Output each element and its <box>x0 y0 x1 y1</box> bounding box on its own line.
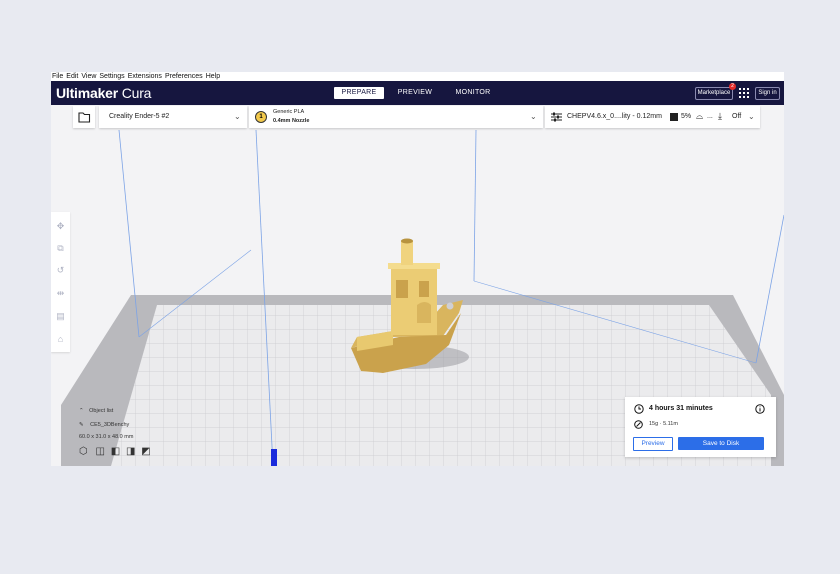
brand-name: Ultimaker <box>56 85 119 101</box>
info-icon[interactable] <box>755 404 765 414</box>
print-setup-toolbar: Creality Ender-5 #2 ⌄ 1 Generic PLA 0.4m… <box>51 105 784 130</box>
cura-window: File Edit View Settings Extensions Preference… <box>51 72 784 466</box>
z-axis-indicator <box>271 449 277 466</box>
support-blocker-icon[interactable]: ⌂ <box>54 333 67 346</box>
support-value: ... <box>707 113 713 120</box>
app-logo: Ultimaker Cura <box>56 85 151 101</box>
menu-extensions[interactable]: Extensions <box>128 73 162 80</box>
chevron-down-icon: ⌄ <box>234 112 241 121</box>
view-front-icon[interactable]: ◫ <box>96 446 105 457</box>
adhesion-icon: ⤓ <box>718 111 722 121</box>
printer-selector[interactable]: Creality Ender-5 #2 ⌄ <box>99 106 247 128</box>
nozzle-size: 0.4mm Nozzle <box>273 118 310 124</box>
menu-preferences[interactable]: Preferences <box>165 73 203 80</box>
clock-icon <box>634 404 644 414</box>
volume-edge <box>473 129 477 282</box>
profile-name: CHEPV4.6.x_0....lity - 0.12mm <box>567 113 662 120</box>
view-top-icon[interactable]: ◧ <box>111 446 120 457</box>
material-name: Generic PLA <box>273 109 305 115</box>
print-settings-selector[interactable]: CHEPV4.6.x_0....lity - 0.12mm 5% ⌓ ... ⤓… <box>545 106 760 128</box>
object-list-header: Object list <box>89 408 114 414</box>
marketplace-badge: 2 <box>729 83 736 90</box>
list-item[interactable]: ✎ CE5_3DBenchy <box>79 422 129 428</box>
menu-bar: File Edit View Settings Extensions Preference… <box>51 72 784 81</box>
menu-help[interactable]: Help <box>206 73 220 80</box>
support-icon: ⌓ <box>696 111 704 121</box>
spool-icon <box>634 420 643 429</box>
brand-product: Cura <box>121 85 152 101</box>
mirror-icon[interactable]: ⇹ <box>54 287 67 300</box>
chevron-down-icon: ⌄ <box>748 112 755 121</box>
marketplace-button[interactable]: Marketplace <box>695 87 733 100</box>
volume-edge <box>755 214 784 364</box>
signin-button[interactable]: Sign in <box>755 87 780 100</box>
menu-edit[interactable]: Edit <box>66 73 78 80</box>
chevron-down-icon: ⌄ <box>530 112 537 121</box>
object-list-toggle[interactable]: ⌃ Object list <box>79 408 113 414</box>
apps-grid-icon[interactable] <box>739 88 749 98</box>
sliders-icon <box>551 112 562 122</box>
view-left-icon[interactable]: ◨ <box>126 446 135 457</box>
infill-value: 5% <box>681 113 692 120</box>
menu-file[interactable]: File <box>52 73 63 80</box>
extruder-icon: 1 <box>255 111 267 123</box>
print-time: 4 hours 31 minutes <box>649 405 713 412</box>
printer-name: Creality Ender-5 #2 <box>109 113 170 120</box>
save-to-disk-button[interactable]: Save to Disk <box>678 437 764 450</box>
header-bar: Ultimaker Cura PREPARE PREVIEW MONITOR M… <box>51 81 784 105</box>
print-job-panel: 4 hours 31 minutes 15g · 5.11m Preview S… <box>625 397 776 457</box>
chevron-up-icon: ⌃ <box>79 408 84 414</box>
preview-button[interactable]: Preview <box>633 437 673 451</box>
rotate-icon[interactable]: ↺ <box>54 264 67 277</box>
material-usage: 15g · 5.11m <box>649 421 678 427</box>
material-selector[interactable]: 1 Generic PLA 0.4mm Nozzle ⌄ <box>249 106 543 128</box>
edit-icon: ✎ <box>79 422 84 428</box>
scale-icon[interactable]: ⧉ <box>54 242 67 255</box>
tab-prepare[interactable]: PREPARE <box>334 87 384 99</box>
view-right-icon[interactable]: ◩ <box>141 446 150 457</box>
per-model-settings-icon[interactable]: ▤ <box>54 310 67 323</box>
menu-view[interactable]: View <box>81 73 96 80</box>
move-icon[interactable]: ✥ <box>54 220 67 233</box>
adhesion-value: Off <box>732 113 742 120</box>
object-dimensions: 60.0 x 31.0 x 48.0 mm <box>79 434 134 440</box>
open-file-button[interactable] <box>73 106 95 128</box>
tab-preview[interactable]: PREVIEW <box>392 87 438 99</box>
infill-icon <box>670 113 678 121</box>
tab-monitor[interactable]: MONITOR <box>448 87 498 99</box>
object-name: CE5_3DBenchy <box>90 422 130 428</box>
folder-icon <box>78 112 91 123</box>
transform-toolbar: ✥ ⧉ ↺ ⇹ ▤ ⌂ <box>51 212 70 352</box>
menu-settings[interactable]: Settings <box>99 73 124 80</box>
view-3d-icon[interactable]: ⬡ <box>79 446 88 457</box>
